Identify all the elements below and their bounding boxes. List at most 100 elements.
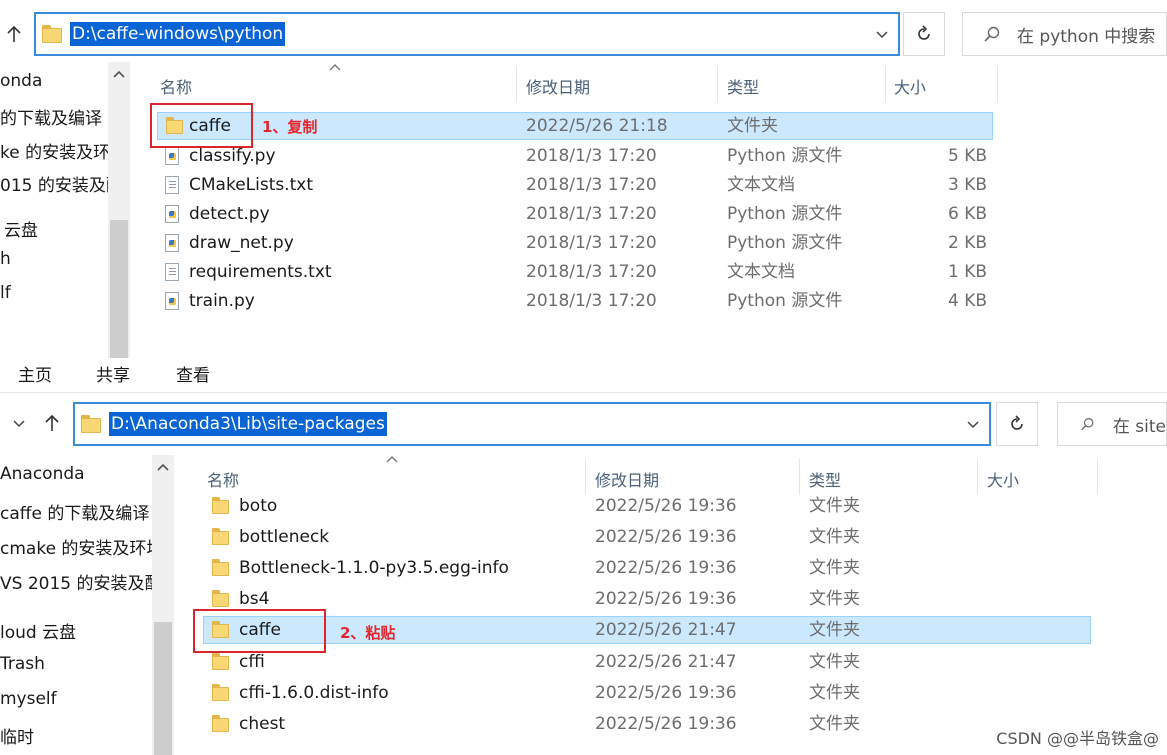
column-header-type[interactable]: 类型 [727, 74, 759, 98]
nav-item[interactable]: h [0, 249, 108, 269]
folder-row[interactable]: boto 2022/5/26 19:36 文件夹 [203, 492, 1091, 520]
refresh-button[interactable] [996, 402, 1038, 446]
folder-row[interactable]: Bottleneck-1.1.0-py3.5.egg-info 2022/5/2… [203, 554, 1091, 582]
address-bar[interactable]: D:\Anaconda3\Lib\site-packages [73, 402, 991, 446]
folder-name: bottleneck [239, 527, 330, 547]
nav-item[interactable]: onda [0, 71, 108, 91]
folder-type: 文件夹 [809, 683, 860, 703]
up-arrow-icon[interactable] [4, 24, 24, 44]
nav-item[interactable]: Trash [0, 654, 152, 674]
nav-item[interactable]: cmake 的安装及环境 [0, 534, 152, 559]
search-input[interactable]: 在 site [1057, 402, 1167, 446]
file-row[interactable]: requirements.txt 2018/1/3 17:20 文本文档 1 K… [157, 258, 993, 286]
recent-locations-icon[interactable] [12, 418, 26, 430]
folder-row[interactable]: cffi-1.6.0.dist-info 2022/5/26 19:36 文件夹 [203, 679, 1091, 707]
annotation-paste: 2、粘贴 [340, 624, 396, 642]
column-divider[interactable] [1097, 459, 1098, 495]
folder-name: chest [239, 714, 286, 734]
folder-name: Bottleneck-1.1.0-py3.5.egg-info [239, 558, 509, 578]
folder-modified: 2022/5/26 21:47 [595, 652, 737, 672]
file-row[interactable]: draw_net.py 2018/1/3 17:20 Python 源文件 2 … [157, 229, 993, 257]
file-size: 5 KB [947, 146, 987, 166]
chevron-down-icon[interactable] [874, 26, 890, 42]
folder-type: 文件夹 [809, 652, 860, 672]
nav-scrollbar-thumb[interactable] [110, 220, 128, 358]
nav-item[interactable]: Anaconda [0, 464, 152, 484]
file-modified: 2018/1/3 17:20 [526, 291, 657, 311]
column-header-size[interactable]: 大小 [894, 74, 926, 98]
nav-item[interactable]: 015 的安装及配 [0, 171, 108, 196]
annotation-copy: 1、复制 [262, 118, 318, 136]
refresh-button[interactable] [903, 12, 945, 56]
column-divider[interactable] [997, 66, 998, 102]
nav-item[interactable]: 云盘 [4, 216, 108, 241]
column-header-size[interactable]: 大小 [987, 467, 1019, 491]
nav-item[interactable]: myself [0, 689, 152, 709]
sort-ascending-icon [386, 456, 398, 463]
folder-modified: 2022/5/26 19:36 [595, 496, 737, 516]
address-path[interactable]: D:\Anaconda3\Lib\site-packages [109, 412, 387, 436]
folder-type: 文件夹 [809, 496, 860, 516]
column-header-modified[interactable]: 修改日期 [595, 467, 659, 491]
folder-name: cffi-1.6.0.dist-info [239, 683, 389, 703]
folder-icon [212, 684, 229, 701]
column-header-name[interactable]: 名称 [160, 74, 192, 98]
address-bar[interactable]: D:\caffe-windows\python [34, 12, 900, 56]
nav-scrollbar-thumb[interactable] [154, 622, 172, 755]
column-divider[interactable] [717, 66, 718, 102]
file-name: train.py [189, 291, 255, 311]
nav-item[interactable]: VS 2015 的安装及配 [0, 569, 152, 594]
chevron-down-icon[interactable] [965, 416, 981, 432]
nav-item[interactable]: lf [0, 283, 108, 303]
file-type: Python 源文件 [727, 146, 843, 166]
search-input[interactable]: 在 python 中搜索 [962, 12, 1167, 56]
folder-row[interactable]: cffi 2022/5/26 21:47 文件夹 [203, 648, 1091, 676]
column-divider[interactable] [977, 459, 978, 495]
folder-type: 文件夹 [809, 527, 860, 547]
file-modified: 2018/1/3 17:20 [526, 146, 657, 166]
file-type: 文本文档 [727, 262, 795, 282]
nav-item[interactable]: 的下载及编译 [0, 104, 108, 129]
tab-share[interactable]: 共享 [96, 361, 130, 386]
folder-type: 文件夹 [809, 589, 860, 609]
folder-row[interactable]: bottleneck 2022/5/26 19:36 文件夹 [203, 523, 1091, 551]
column-header-name[interactable]: 名称 [207, 467, 239, 491]
python-file-icon [165, 234, 179, 252]
folder-row[interactable]: bs4 2022/5/26 19:36 文件夹 [203, 585, 1091, 613]
nav-item[interactable]: loud 云盘 [0, 618, 152, 643]
python-file-icon [165, 292, 179, 310]
file-row[interactable]: CMakeLists.txt 2018/1/3 17:20 文本文档 3 KB [157, 171, 993, 199]
tab-home[interactable]: 主页 [18, 361, 52, 386]
folder-icon [42, 25, 62, 43]
nav-item[interactable]: ke 的安装及环境 [0, 138, 108, 163]
file-size: 3 KB [947, 175, 987, 195]
file-type: 文件夹 [727, 116, 778, 136]
folder-icon [212, 653, 229, 670]
file-row[interactable]: classify.py 2018/1/3 17:20 Python 源文件 5 … [157, 142, 993, 170]
file-row[interactable]: detect.py 2018/1/3 17:20 Python 源文件 6 KB [157, 200, 993, 228]
python-file-icon [165, 205, 179, 223]
highlight-box-paste [193, 609, 326, 653]
folder-row-caffe[interactable]: caffe 2022/5/26 21:47 文件夹 [203, 616, 1091, 644]
nav-item[interactable]: caffe 的下载及编译 [0, 499, 152, 524]
scroll-up-icon[interactable] [112, 68, 126, 80]
folder-icon [212, 715, 229, 732]
file-modified: 2018/1/3 17:20 [526, 175, 657, 195]
python-file-icon [165, 147, 179, 165]
text-file-icon [165, 263, 179, 281]
up-arrow-icon[interactable] [42, 413, 62, 433]
folder-row[interactable]: chest 2022/5/26 19:36 文件夹 [203, 710, 1091, 738]
column-divider[interactable] [585, 459, 586, 495]
file-row[interactable]: train.py 2018/1/3 17:20 Python 源文件 4 KB [157, 287, 993, 315]
column-header-modified[interactable]: 修改日期 [526, 74, 590, 98]
scroll-up-icon[interactable] [156, 461, 170, 473]
address-path[interactable]: D:\caffe-windows\python [70, 22, 286, 46]
search-placeholder: 在 python 中搜索 [1017, 26, 1156, 47]
column-divider[interactable] [885, 66, 886, 102]
column-divider[interactable] [516, 66, 517, 102]
column-divider[interactable] [799, 459, 800, 495]
text-file-icon [165, 176, 179, 194]
column-header-type[interactable]: 类型 [809, 467, 841, 491]
tab-view[interactable]: 查看 [176, 361, 210, 386]
nav-item[interactable]: 临时 [0, 723, 152, 748]
